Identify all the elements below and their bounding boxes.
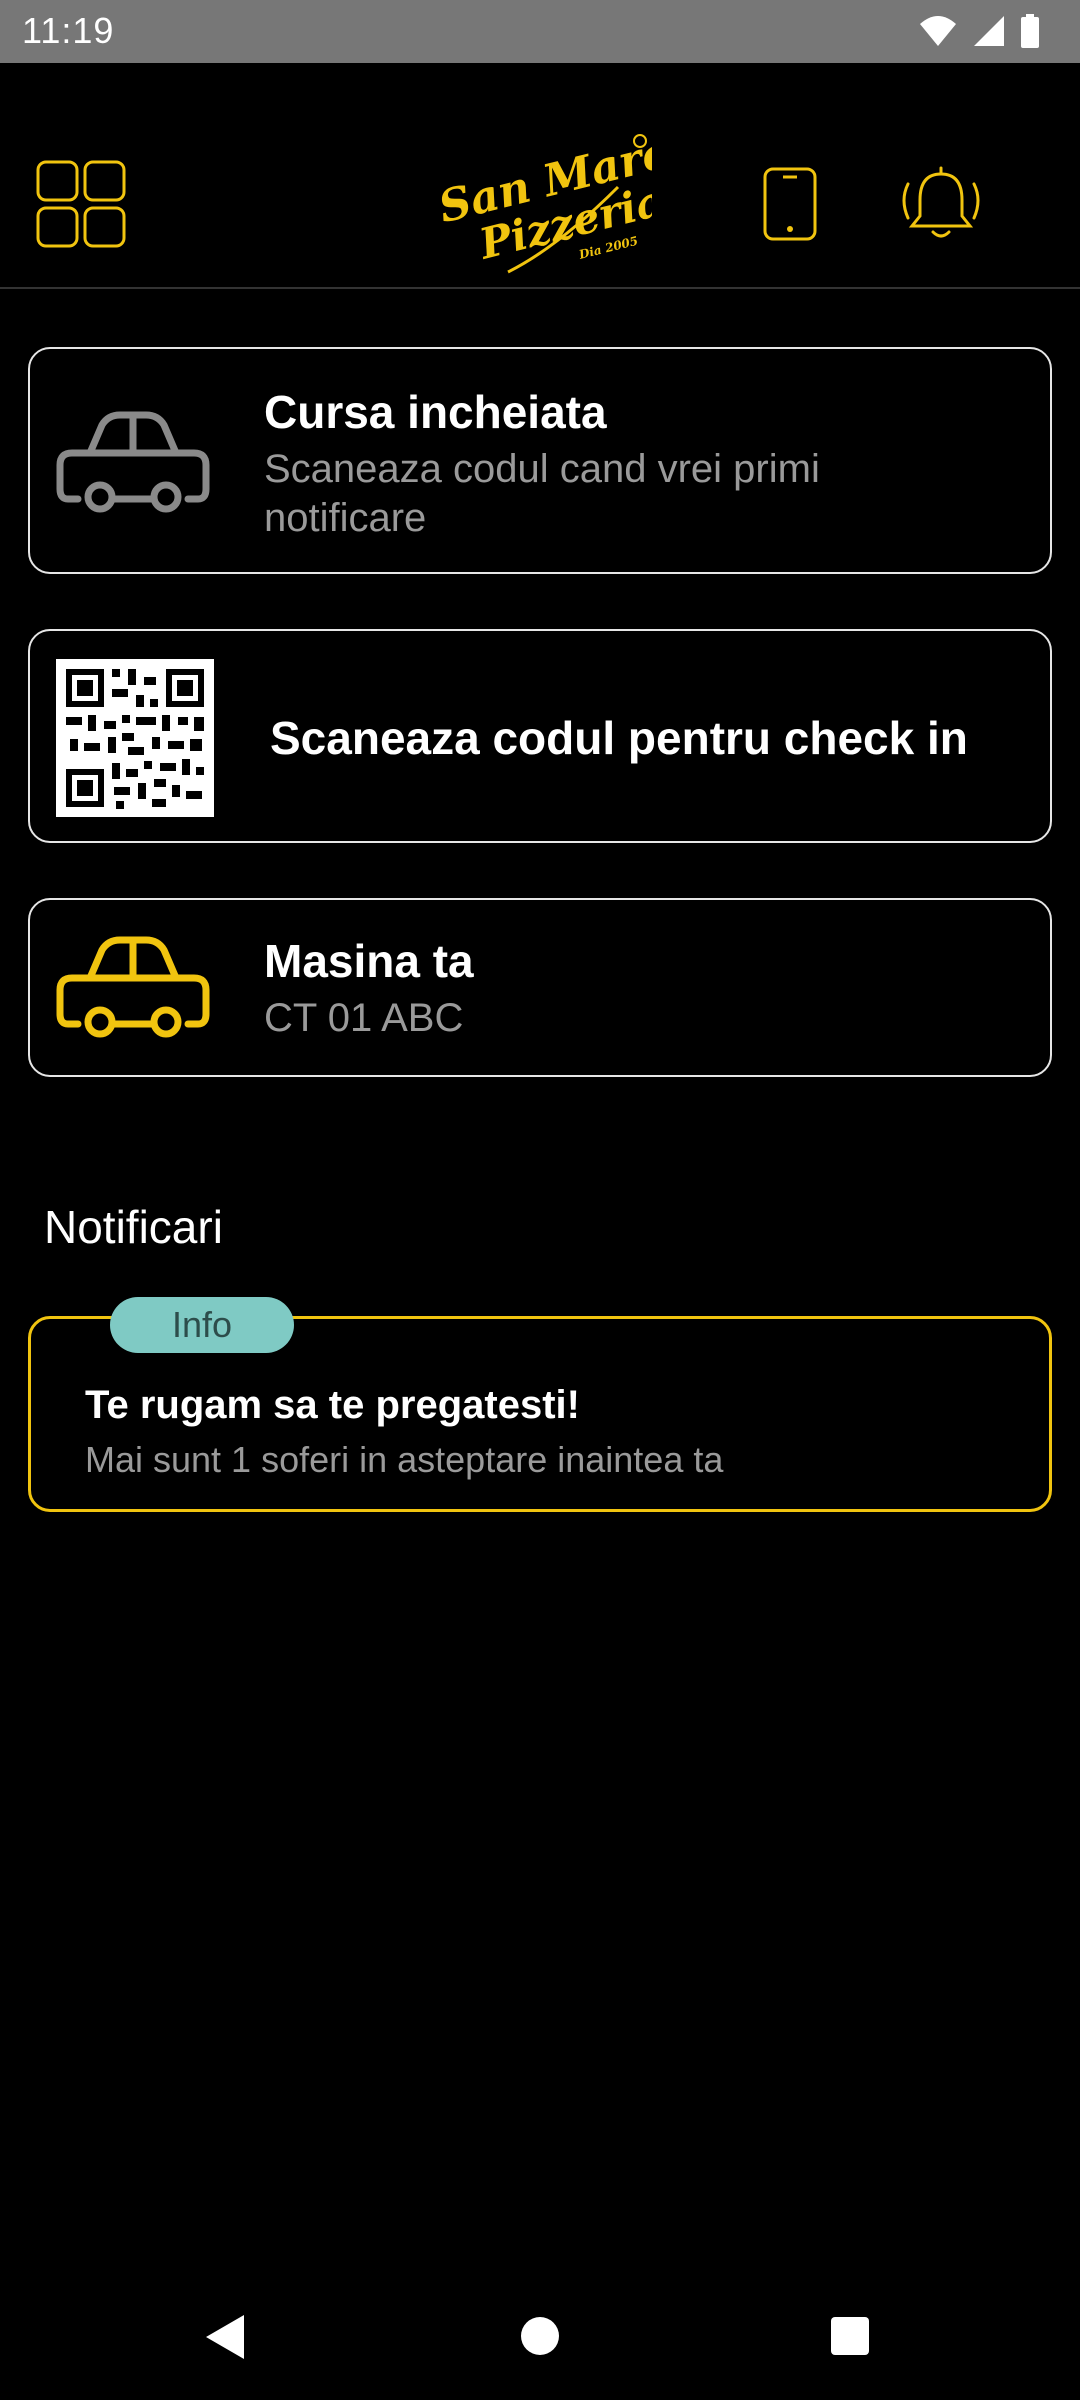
- system-icons: [918, 14, 1040, 48]
- grid-menu-icon[interactable]: [36, 160, 126, 248]
- system-nav-bar: [0, 2270, 1080, 2400]
- notifications-heading: Notificari: [44, 1201, 223, 1253]
- license-plate-text: CT 01 ABC: [264, 996, 464, 1040]
- notification-card[interactable]: Info Te rugam sa te pregatesti! Mai sunt…: [28, 1297, 1052, 1512]
- header-divider: [0, 287, 1080, 289]
- card-subtitle: Scaneaza codul cand vrei primi notificar…: [264, 447, 820, 540]
- status-time: 11:19: [22, 10, 115, 51]
- phone-icon[interactable]: [762, 166, 818, 242]
- car-outline-yellow-icon: [56, 936, 210, 1038]
- notification-badge: Info: [110, 1297, 294, 1353]
- car-outline-gray-icon: [56, 411, 210, 513]
- your-car-card[interactable]: Masina ta CT 01 ABC: [28, 898, 1052, 1077]
- wifi-icon: [920, 16, 956, 46]
- back-icon[interactable]: [204, 2313, 246, 2361]
- recents-icon[interactable]: [830, 2316, 870, 2356]
- cellular-signal-icon: [974, 16, 1004, 46]
- check-in-card[interactable]: Scaneaza codul pentru check in: [28, 629, 1052, 843]
- app-header: San Marco Pizzeria Dia 2005: [0, 63, 1080, 289]
- card-title: Scaneaza codul pentru check in: [270, 712, 968, 764]
- san-marco-pizzeria-logo: San Marco Pizzeria Dia 2005: [434, 120, 702, 277]
- qr-code-icon: [56, 659, 214, 817]
- card-title: Masina ta: [264, 935, 474, 987]
- home-icon[interactable]: [520, 2316, 560, 2356]
- card-title: Cursa incheiata: [264, 386, 607, 438]
- notification-bell-icon[interactable]: [898, 166, 984, 242]
- notification-title: Te rugam sa te pregatesti!: [85, 1383, 580, 1427]
- trip-status-card[interactable]: Cursa incheiata Scaneaza codul cand vrei…: [28, 347, 1052, 574]
- notification-message: Mai sunt 1 soferi in asteptare inaintea …: [85, 1439, 724, 1480]
- status-bar: 11:19: [0, 0, 1080, 63]
- battery-icon: [1021, 14, 1039, 48]
